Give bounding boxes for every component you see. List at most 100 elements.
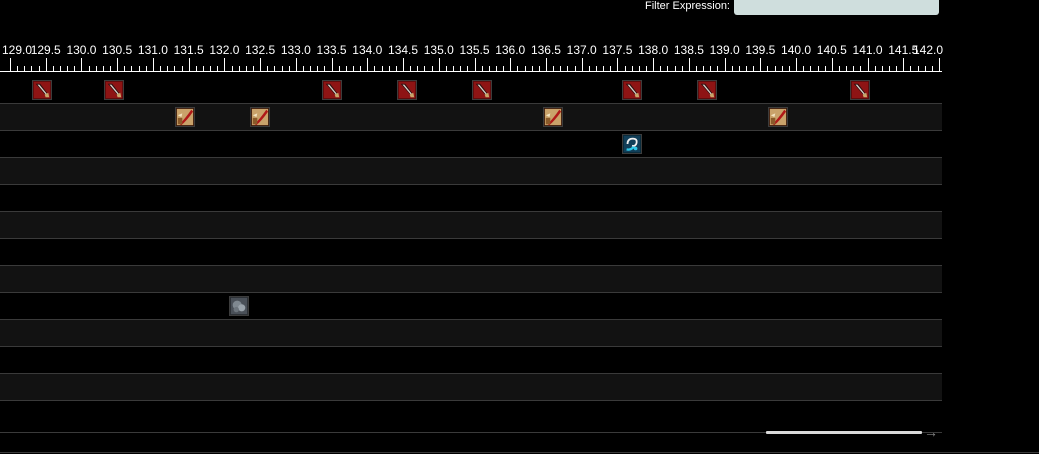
ruler-tick [496,66,497,71]
ruler-tick [589,66,590,71]
ruler-tick [239,66,240,71]
ruler-tick [746,66,747,71]
red-blade-skill-icon[interactable] [397,80,417,100]
red-blade-skill-icon[interactable] [322,80,342,100]
ruler-tick [782,66,783,71]
ruler-tick-label: 139.5 [745,43,776,57]
ruler-tick [339,66,340,71]
gold-red-slash-skill-icon[interactable] [175,107,195,127]
ruler-tick [124,66,125,71]
horizontal-scrollbar[interactable] [766,431,922,434]
ruler-tick [146,66,147,71]
ruler-tick [717,66,718,71]
red-blade-skill-icon[interactable] [622,80,642,100]
ruler-tick [160,66,161,71]
ruler-tick [210,66,211,71]
ruler-tick [503,66,504,71]
ruler-tick-label: 134.5 [388,43,419,57]
ruler-tick [567,66,568,71]
ruler-tick-label: 133.0 [280,43,311,57]
gold-red-slash-skill-icon[interactable] [768,107,788,127]
red-blade-skill-icon[interactable] [32,80,52,100]
ruler-tick [910,66,911,71]
ruler-tick [732,66,733,71]
ruler-tick [182,66,183,71]
filter-expression-input[interactable] [734,0,939,15]
ruler-tick-label: 135.5 [459,43,490,57]
ruler-tick [196,66,197,71]
ruler-tick [932,66,933,71]
ruler-tick [896,66,897,71]
ruler-tick [489,66,490,71]
ruler-tick [353,66,354,71]
ruler-tick-label: 140.5 [816,43,847,57]
ruler-tick-label: 131.5 [173,43,204,57]
ruler-tick [575,66,576,71]
ruler-tick [475,58,476,71]
ruler-tick [882,66,883,71]
ruler-tick [525,66,526,71]
ruler-tick [446,66,447,71]
ruler-tick [396,66,397,71]
ruler-tick [103,66,104,71]
ruler-tick [403,58,404,71]
gold-red-slash-skill-icon[interactable] [543,107,563,127]
ruler-tick [610,66,611,71]
ruler-tick [232,66,233,71]
ruler-tick [625,66,626,71]
ruler-tick [517,66,518,71]
ruler-tick [510,58,511,71]
ruler-tick-label: 137.0 [566,43,597,57]
grey-smoke-skill-icon[interactable] [229,296,249,316]
red-blade-skill-icon[interactable] [697,80,717,100]
ruler-tick [246,66,247,71]
ruler-tick [560,66,561,71]
red-blade-skill-icon[interactable] [850,80,870,100]
ruler-tick [317,66,318,71]
ruler-tick [139,66,140,71]
ruler-tick [253,66,254,71]
ruler-tick [17,66,18,71]
ruler-tick-label: 133.5 [316,43,347,57]
ruler-tick-label: 134.0 [352,43,383,57]
ruler-tick [46,58,47,71]
ruler-tick [153,58,154,71]
ruler-tick [639,66,640,71]
ruler-tick [460,66,461,71]
ruler-tick [546,58,547,71]
ruler-tick [925,66,926,71]
ruler-tick [424,66,425,71]
ruler-tick [675,66,676,71]
ruler-tick [818,66,819,71]
ruler-tick-label: 131.0 [137,43,168,57]
ruler-tick [839,66,840,71]
ruler-tick [203,66,204,71]
ruler-tick [189,58,190,71]
scroll-right-arrow-icon[interactable]: → [924,424,938,440]
ruler-tick [60,66,61,71]
ruler-tick [260,58,261,71]
timeline-row [0,320,942,347]
ruler-tick [467,66,468,71]
timeline-ruler: 129.0 129.5 130.0 130.5 131.0 131.5 132.0 132.5… [0,40,943,76]
ruler-tick [582,58,583,71]
gold-red-slash-skill-icon[interactable] [250,107,270,127]
ruler-tick [274,66,275,71]
ruler-tick-label: 140.0 [781,43,812,57]
timeline-row [0,374,942,401]
ruler-tick [653,58,654,71]
ruler-tick [868,58,869,71]
ruler-tick [532,66,533,71]
timeline-row [0,212,942,239]
red-blade-skill-icon[interactable] [472,80,492,100]
timeline-row [0,239,942,266]
red-blade-skill-icon[interactable] [104,80,124,100]
ruler-tick [553,66,554,71]
ruler-tick [632,66,633,71]
ruler-tick [310,66,311,71]
ruler-tick [367,58,368,71]
blue-swirl-skill-icon[interactable] [622,134,642,154]
ruler-tick [89,66,90,71]
ruler-tick [646,66,647,71]
ruler-tick [374,66,375,71]
